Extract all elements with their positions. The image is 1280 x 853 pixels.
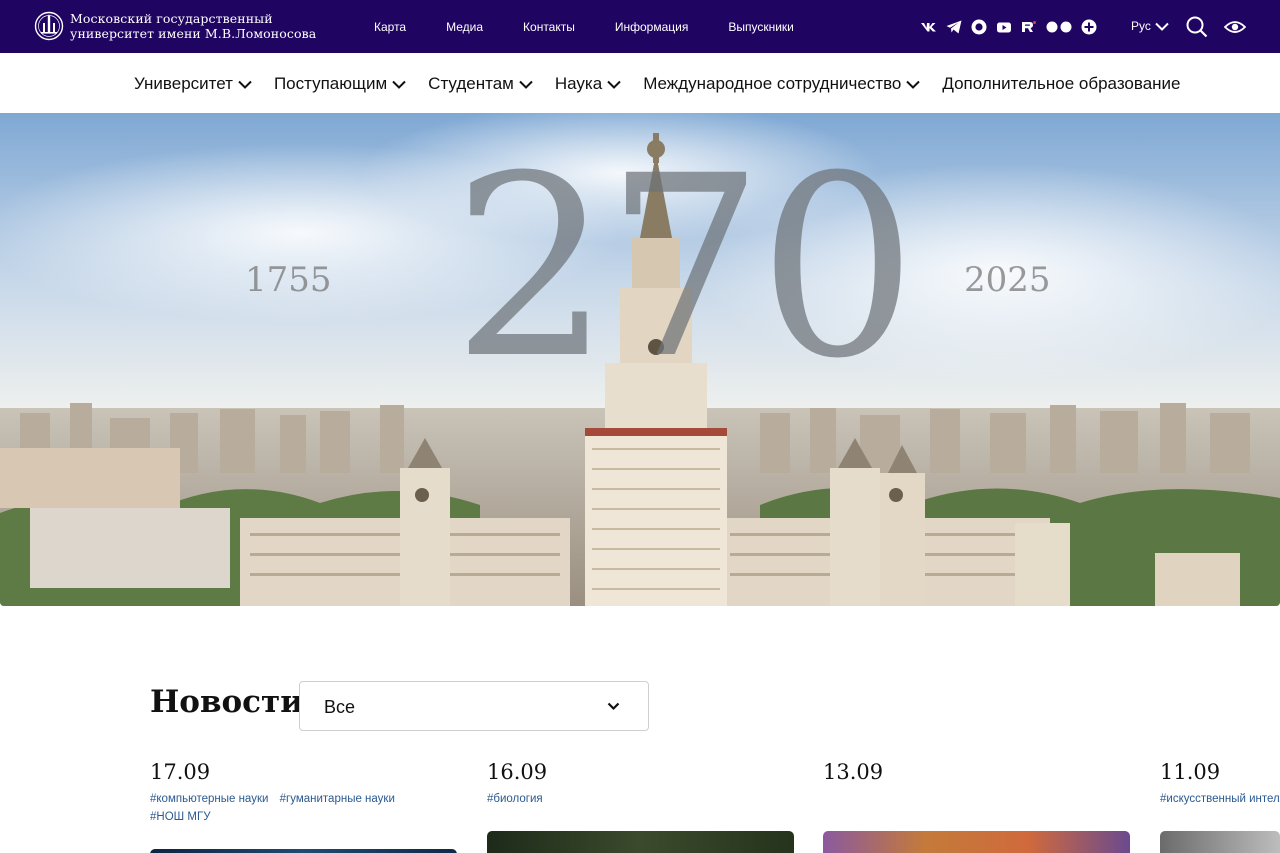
max-icon[interactable] xyxy=(970,18,988,36)
news-tags: #биология xyxy=(487,790,794,808)
logo-line-1: Московский государственный xyxy=(70,11,273,26)
nav-item-applicants[interactable]: Поступающим xyxy=(274,74,406,94)
main-navigation: Университет Поступающим Студентам Наука … xyxy=(0,53,1280,113)
news-image[interactable] xyxy=(150,849,457,853)
top-link-map[interactable]: Карта xyxy=(374,20,406,34)
news-image[interactable] xyxy=(1160,831,1280,853)
nav-item-university[interactable]: Университет xyxy=(134,74,252,94)
language-selector[interactable]: Рус xyxy=(1131,19,1169,33)
news-date: 17.09 xyxy=(150,760,211,784)
chevron-down-icon xyxy=(519,80,533,89)
nav-item-label: Международное сотрудничество xyxy=(643,74,902,93)
logo-line-2: университет имени М.В.Ломоносова xyxy=(70,26,317,41)
news-category-select[interactable]: Все xyxy=(299,681,649,731)
university-logo[interactable]: Московский государственный университет и… xyxy=(34,11,316,41)
news-card[interactable]: 11.09 #искусственный интеллект xyxy=(1160,760,1280,808)
language-label: Рус xyxy=(1131,19,1151,33)
hero-anniversary-number: 270 xyxy=(452,122,917,413)
news-date: 13.09 xyxy=(823,760,884,784)
nav-item-students[interactable]: Студентам xyxy=(428,74,533,94)
news-image[interactable] xyxy=(823,831,1130,853)
dzen-icon[interactable] xyxy=(1045,18,1073,36)
logo-text: Московский государственный университет и… xyxy=(70,11,316,41)
chevron-down-icon xyxy=(607,702,620,711)
nav-item-international[interactable]: Международное сотрудничество xyxy=(643,74,921,94)
news-card[interactable]: 16.09 #биология xyxy=(487,760,794,808)
top-link-information[interactable]: Информация xyxy=(615,20,688,34)
nav-item-science[interactable]: Наука xyxy=(555,74,621,94)
news-tag[interactable]: #гуманитарные науки xyxy=(280,793,395,805)
vk-icon[interactable] xyxy=(920,18,938,36)
news-image[interactable] xyxy=(487,831,794,853)
chevron-down-icon xyxy=(238,80,252,89)
news-section-title: Новости xyxy=(150,684,304,720)
news-tag[interactable]: #биология xyxy=(487,793,543,805)
news-tag[interactable]: #искусственный интеллект xyxy=(1160,793,1280,805)
social-links xyxy=(920,18,1105,36)
nav-item-additional-education[interactable]: Дополнительное образование xyxy=(942,74,1180,94)
news-tag[interactable]: #компьютерные науки xyxy=(150,793,268,805)
search-icon[interactable] xyxy=(1186,16,1208,38)
top-bar: Московский государственный университет и… xyxy=(0,0,1280,53)
news-category-selected: Все xyxy=(324,697,356,717)
rutube-icon[interactable] xyxy=(1020,18,1038,36)
top-link-contacts[interactable]: Контакты xyxy=(523,20,575,34)
nav-item-label: Наука xyxy=(554,74,603,93)
accessibility-eye-icon[interactable] xyxy=(1224,17,1246,37)
nav-item-label: Студентам xyxy=(428,74,514,93)
news-card[interactable]: 17.09 #компьютерные науки #гуманитарные … xyxy=(150,760,457,826)
telegram-icon[interactable] xyxy=(945,18,963,36)
chevron-down-icon xyxy=(607,80,621,89)
top-links: Карта Медиа Контакты Информация Выпускни… xyxy=(374,20,834,34)
chevron-down-icon xyxy=(906,80,921,89)
chevron-down-icon xyxy=(1155,22,1169,31)
hero-year-end: 2025 xyxy=(964,260,1051,300)
hero-year-start: 1755 xyxy=(245,260,332,300)
top-link-alumni[interactable]: Выпускники xyxy=(728,20,794,34)
nav-item-label: Поступающим xyxy=(273,74,388,93)
news-tags: #искусственный интеллект xyxy=(1160,790,1280,808)
university-emblem-icon xyxy=(34,11,64,41)
top-link-media[interactable]: Медиа xyxy=(446,20,483,34)
nav-item-label: Дополнительное образование xyxy=(942,74,1181,93)
nav-item-label: Университет xyxy=(134,74,233,93)
chevron-down-icon xyxy=(392,80,406,89)
hero-banner[interactable]: 1755 270 2025 xyxy=(0,113,1280,606)
news-date: 16.09 xyxy=(487,760,548,784)
plus-icon[interactable] xyxy=(1080,18,1098,36)
news-tag[interactable]: #НОШ МГУ xyxy=(150,811,211,823)
news-date: 11.09 xyxy=(1160,760,1221,784)
news-tags: #компьютерные науки #гуманитарные науки … xyxy=(150,790,457,826)
youtube-icon[interactable] xyxy=(995,18,1013,36)
news-card[interactable]: 13.09 xyxy=(823,760,1130,784)
